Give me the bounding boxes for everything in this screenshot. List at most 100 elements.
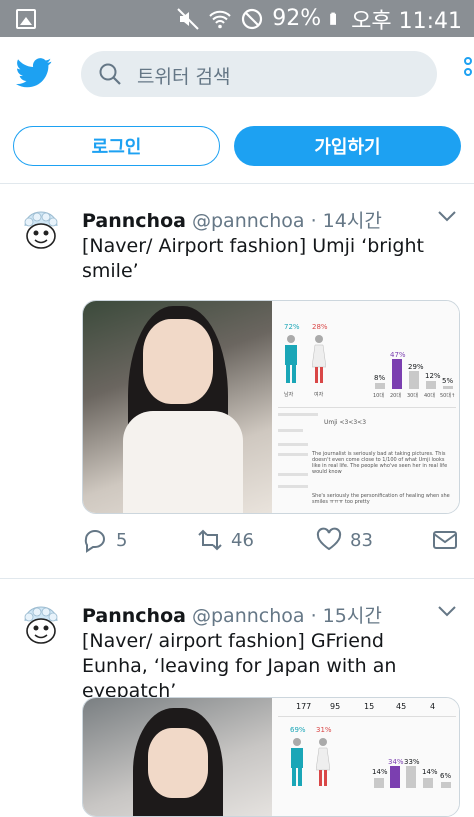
status-bar: 92% 오후 11:41 <box>0 0 474 37</box>
comment-text: The journalist is seriously bad at takin… <box>312 451 448 475</box>
age-bar <box>409 371 419 389</box>
mail-icon <box>433 531 457 549</box>
count: 95 <box>330 702 341 711</box>
twitter-bird-icon[interactable] <box>16 57 52 89</box>
age-pct-50: 5% <box>442 377 454 385</box>
like-count: 83 <box>350 529 373 551</box>
timestamp[interactable]: · 14시간 <box>311 210 382 232</box>
clock: 오후 11:41 <box>351 8 462 34</box>
mute-icon <box>177 7 199 30</box>
age-label: 20대 <box>390 393 401 399</box>
handle[interactable]: @pannchoa <box>192 605 305 627</box>
female-pct: 31% <box>316 726 332 734</box>
comment-meta <box>278 453 308 456</box>
retweet-button[interactable]: 46 <box>197 527 254 553</box>
top-header: 트위터 검색 <box>0 37 474 112</box>
retweet-count: 46 <box>231 529 254 551</box>
search-input[interactable]: 트위터 검색 <box>137 62 230 89</box>
chevron-down-icon[interactable] <box>437 604 457 618</box>
heart-icon <box>316 527 342 551</box>
chevron-down-icon[interactable] <box>437 209 457 223</box>
display-name[interactable]: Pannchoa <box>82 605 186 627</box>
comment-meta <box>278 473 308 476</box>
media-stats-panel: 72% 28% 남자 여자 8% 47% 29% 12% 5% 10대 20대 … <box>272 301 459 513</box>
comment-meta <box>278 413 318 416</box>
age-label: 10대 <box>373 393 384 399</box>
age-pct: 14% <box>422 768 438 776</box>
male-pct: 72% <box>284 323 300 331</box>
count: 177 <box>296 702 312 711</box>
divider <box>278 407 456 408</box>
age-pct: 14% <box>372 768 388 776</box>
auth-buttons: 로그인 가입하기 <box>0 126 474 166</box>
dm-button[interactable] <box>432 527 458 553</box>
tweet-actions: 5 46 83 <box>82 527 462 557</box>
age-pct: 6% <box>440 772 452 780</box>
login-button[interactable]: 로그인 <box>13 126 220 166</box>
comment-text: She's seriously the personification of h… <box>312 493 450 505</box>
tweet-text: [Naver/ Airport fashion] Umji ‘bright sm… <box>82 235 424 282</box>
age-pct-30: 29% <box>408 363 424 371</box>
divider <box>278 716 456 717</box>
age-bar <box>375 383 385 389</box>
age-pct-20: 47% <box>390 351 406 359</box>
wifi-icon <box>209 10 231 28</box>
age-label: 50대↑ <box>440 393 456 399</box>
age-pct-10: 8% <box>374 374 386 382</box>
retweet-icon <box>198 529 222 551</box>
display-name[interactable]: Pannchoa <box>82 210 186 232</box>
tweet-media[interactable]: 177 95 15 45 4 69% 31% 14% 34% 33% 14% 6… <box>82 697 460 817</box>
media-stats-panel: 177 95 15 45 4 69% 31% 14% 34% 33% 14% 6… <box>272 698 459 816</box>
tweet-header: Pannchoa @pannchoa · 14시간 <box>82 206 382 233</box>
count: 45 <box>396 702 407 711</box>
like-button[interactable]: 83 <box>316 527 373 553</box>
battery-icon <box>330 12 337 25</box>
male-figure-icon <box>285 335 297 383</box>
block-icon <box>242 8 263 29</box>
age-bar <box>406 766 416 788</box>
more-dots-icon[interactable] <box>464 57 474 93</box>
handle[interactable]: @pannchoa <box>192 210 305 232</box>
tweet[interactable]: Pannchoa @pannchoa · 15시간 [Naver/ airpor… <box>0 579 474 817</box>
battery-percent: 92% <box>272 6 322 31</box>
female-figure-icon <box>316 738 330 786</box>
count: 15 <box>364 702 375 711</box>
age-label: 40대 <box>424 393 435 399</box>
age-bar <box>423 778 433 788</box>
female-figure-icon <box>312 335 326 383</box>
male-pct: 69% <box>290 726 306 734</box>
avatar[interactable] <box>19 208 63 252</box>
age-pct: 33% <box>404 758 420 766</box>
search-bar[interactable]: 트위터 검색 <box>81 51 437 97</box>
comment-meta <box>278 443 308 446</box>
media-photo <box>83 698 272 816</box>
comment-meta <box>278 429 303 432</box>
age-bar <box>374 778 384 788</box>
age-bar <box>443 386 453 389</box>
male-figure-icon <box>291 738 303 786</box>
tweet-media[interactable]: 72% 28% 남자 여자 8% 47% 29% 12% 5% 10대 20대 … <box>82 300 460 514</box>
reply-count: 5 <box>116 529 128 551</box>
tweet[interactable]: Pannchoa @pannchoa · 14시간 [Naver/ Airpor… <box>0 184 474 578</box>
avatar[interactable] <box>19 603 63 647</box>
gallery-icon <box>16 9 36 29</box>
search-icon <box>99 63 121 85</box>
reply-icon <box>84 530 105 553</box>
age-bar <box>441 782 451 788</box>
tweet-header: Pannchoa @pannchoa · 15시간 <box>82 601 382 628</box>
comment-meta <box>278 485 308 488</box>
media-photo <box>83 301 272 513</box>
age-bar <box>390 766 400 788</box>
female-label: 여자 <box>314 392 324 398</box>
timestamp[interactable]: · 15시간 <box>311 605 382 627</box>
age-bar <box>426 381 436 389</box>
age-pct-40: 12% <box>425 372 441 380</box>
reply-button[interactable]: 5 <box>82 527 127 553</box>
signup-button[interactable]: 가입하기 <box>234 126 461 166</box>
tweet-text: [Naver/ airport fashion] GFriend Eunha, … <box>82 630 397 702</box>
comment-text: Umji <3<3<3 <box>324 419 367 426</box>
count: 4 <box>430 702 436 711</box>
age-pct: 34% <box>388 758 404 766</box>
female-pct: 28% <box>312 323 328 331</box>
age-label: 30대 <box>407 393 418 399</box>
